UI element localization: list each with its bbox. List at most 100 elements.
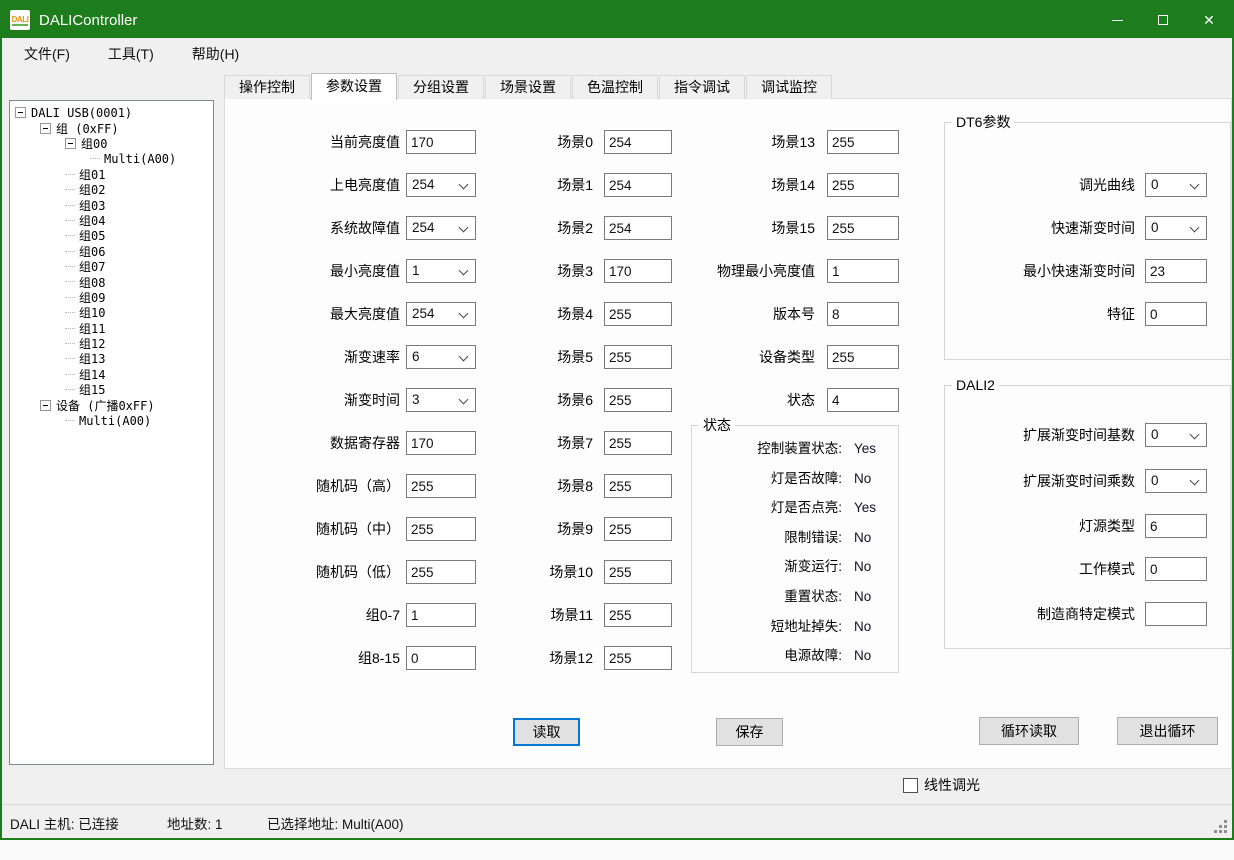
dali2-row-3-input[interactable] [1145,557,1207,581]
col1-row-7-input[interactable] [406,431,476,455]
tree-item-18[interactable]: 组15 [10,382,213,397]
field-label-col1-9: 随机码（中） [225,517,400,541]
tree-item-17[interactable]: 组14 [10,367,213,382]
dt6-row-2-input[interactable] [1145,259,1207,283]
tab-5[interactable]: 指令调试 [659,75,745,99]
dali2-row-1-value: 0 [1151,473,1159,488]
col3-row-4-input[interactable] [827,302,899,326]
field-label-col2-8: 场景8 [505,474,593,498]
tree-item-19[interactable]: 设备 (广播0xFF) [10,397,213,412]
dt6-row-3-input[interactable] [1145,302,1207,326]
col1-row-0-input[interactable] [406,130,476,154]
tree-item-12[interactable]: 组09 [10,290,213,305]
menu-item-1[interactable]: 工具(T) [96,39,166,69]
tree-item-20[interactable]: Multi(A00) [10,413,213,428]
col1-row-2-value: 254 [412,220,435,235]
tree-expander-icon[interactable] [40,123,51,134]
resize-grip-icon[interactable] [1214,820,1228,834]
status-row-6-value: No [854,617,871,637]
tree-item-3[interactable]: Multi(A00) [10,151,213,166]
tab-1[interactable]: 参数设置 [311,73,397,100]
tree-item-4[interactable]: 组01 [10,167,213,182]
dt6-row-0-combobox[interactable]: 0 [1145,173,1207,197]
col2-row-9-input[interactable] [604,517,672,541]
col1-row-5-combobox[interactable]: 6 [406,345,476,369]
col3-row-0-input[interactable] [827,130,899,154]
tree-connector [65,374,75,375]
tree-item-16[interactable]: 组13 [10,351,213,366]
col2-row-10-input[interactable] [604,560,672,584]
menu-item-0[interactable]: 文件(F) [12,39,82,69]
status-row-0-label: 控制装置状态: [692,439,842,459]
tree-expander-icon[interactable] [65,138,76,149]
tree-expander-icon[interactable] [15,107,26,118]
linear-dimming-checkbox[interactable] [903,778,918,793]
menu-item-2[interactable]: 帮助(H) [180,39,251,69]
col1-row-9-input[interactable] [406,517,476,541]
col1-row-11-input[interactable] [406,603,476,627]
col1-row-3-value: 1 [412,263,420,278]
col1-row-6-combobox[interactable]: 3 [406,388,476,412]
tree-item-9[interactable]: 组06 [10,244,213,259]
tree-item-13[interactable]: 组10 [10,305,213,320]
col3-row-3-input[interactable] [827,259,899,283]
tree-connector [65,220,75,221]
tab-6[interactable]: 调试监控 [746,75,832,99]
chevron-down-icon [459,395,469,405]
tab-4[interactable]: 色温控制 [572,75,658,99]
dali2-row-0-combobox[interactable]: 0 [1145,423,1207,447]
field-label-col2-6: 场景6 [505,388,593,412]
field-label-col3-2: 场景15 [655,216,815,240]
tab-3[interactable]: 场景设置 [485,75,571,99]
maximize-button[interactable] [1140,2,1186,38]
col3-row-1-input[interactable] [827,173,899,197]
tree-item-6[interactable]: 组03 [10,197,213,212]
dt6-row-0-label: 调光曲线 [945,173,1135,197]
field-label-col2-3: 场景3 [505,259,593,283]
tree-item-0[interactable]: DALI USB(0001) [10,105,213,120]
tree-item-14[interactable]: 组11 [10,320,213,335]
col2-row-11-input[interactable] [604,603,672,627]
col1-row-4-combobox[interactable]: 254 [406,302,476,326]
tab-0[interactable]: 操作控制 [224,75,310,99]
col1-row-3-combobox[interactable]: 1 [406,259,476,283]
col1-row-10-input[interactable] [406,560,476,584]
col2-row-7-input[interactable] [604,431,672,455]
dt6-row-3-label: 特征 [945,302,1135,326]
col1-row-6-value: 3 [412,392,420,407]
col2-row-12-input[interactable] [604,646,672,670]
dali2-row-4-input[interactable] [1145,602,1207,626]
tab-page-parameters: 当前亮度值上电亮度值254系统故障值254最小亮度值1最大亮度值254渐变速率6… [224,98,1232,769]
col3-row-2-input[interactable] [827,216,899,240]
col3-row-6-input[interactable] [827,388,899,412]
col1-row-12-input[interactable] [406,646,476,670]
field-label-col2-9: 场景9 [505,517,593,541]
col1-row-1-combobox[interactable]: 254 [406,173,476,197]
tree-item-7[interactable]: 组04 [10,213,213,228]
linear-dimming-label: 线性调光 [924,775,980,795]
tree-item-2[interactable]: 组00 [10,136,213,151]
col1-row-2-combobox[interactable]: 254 [406,216,476,240]
field-label-col2-5: 场景5 [505,345,593,369]
tree-expander-icon[interactable] [40,400,51,411]
close-button[interactable]: ✕ [1186,2,1232,38]
tab-2[interactable]: 分组设置 [398,75,484,99]
col3-row-5-input[interactable] [827,345,899,369]
dt6-row-1-combobox[interactable]: 0 [1145,216,1207,240]
dali2-row-1-combobox[interactable]: 0 [1145,469,1207,493]
tree-item-1[interactable]: 组 (0xFF) [10,120,213,135]
tree-item-5[interactable]: 组02 [10,182,213,197]
read-button[interactable]: 读取 [513,718,580,746]
tree-item-11[interactable]: 组08 [10,274,213,289]
minimize-button[interactable] [1094,2,1140,38]
exit-loop-button[interactable]: 退出循环 [1117,717,1218,745]
col1-row-8-input[interactable] [406,474,476,498]
dali2-row-2-input[interactable] [1145,514,1207,538]
tree-item-8[interactable]: 组05 [10,228,213,243]
tree-item-15[interactable]: 组12 [10,336,213,351]
save-button[interactable]: 保存 [716,718,783,746]
field-label-col2-7: 场景7 [505,431,593,455]
tree-item-10[interactable]: 组07 [10,259,213,274]
loop-read-button[interactable]: 循环读取 [979,717,1079,745]
col2-row-8-input[interactable] [604,474,672,498]
